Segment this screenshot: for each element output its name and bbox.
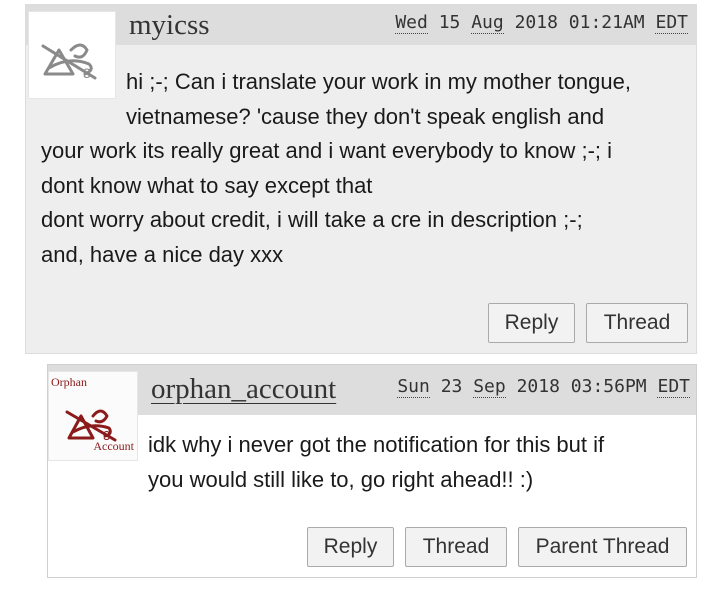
comment-line: dont know what to say except that xyxy=(41,172,373,198)
date-month: Aug xyxy=(471,12,504,34)
comment-body: hi ;-; Can i translate your work in my m… xyxy=(41,65,691,273)
userpic[interactable]: Orphan 3 Account xyxy=(48,371,138,461)
date-day: 23 xyxy=(440,376,463,397)
comment-line: idk why i never got the notification for… xyxy=(148,432,605,457)
date-time: 03:56PM xyxy=(570,376,647,397)
comment-line: hi ;-; Can i translate your work in my m… xyxy=(126,69,631,94)
comment-line: dont worry about credit, i will take a c… xyxy=(41,207,583,233)
comment-date: Wed 15 Aug 2018 01:21AM EDT xyxy=(395,12,688,34)
thread-button[interactable]: Thread xyxy=(405,527,507,567)
date-timezone: EDT xyxy=(655,12,688,34)
comment-line: you would still like to, go right ahead!… xyxy=(148,467,534,492)
reply-button[interactable]: Reply xyxy=(307,527,394,567)
comment-username[interactable]: myicss xyxy=(129,9,210,42)
date-year: 2018 xyxy=(514,12,558,33)
date-time: 01:21AM xyxy=(568,12,645,33)
comment-username[interactable]: orphan_account xyxy=(151,373,336,406)
reply-comment: Orphan 3 Account orphan_account Sun 23 S… xyxy=(47,364,697,578)
date-weekday: Sun xyxy=(397,376,430,398)
comment-line: vietnamese? 'cause they don't speak engl… xyxy=(126,103,605,129)
date-month: Sep xyxy=(473,376,506,398)
date-year: 2018 xyxy=(516,376,560,397)
comment-body: idk why i never got the notification for… xyxy=(148,427,688,497)
comment-line: your work its really great and i want ev… xyxy=(41,138,613,164)
comment: 3 myicss Wed 15 Aug 2018 01:21AM EDT hi … xyxy=(25,4,697,354)
date-weekday: Wed xyxy=(395,12,428,34)
thread-button[interactable]: Thread xyxy=(586,303,688,343)
date-day: 15 xyxy=(438,12,461,33)
reply-button[interactable]: Reply xyxy=(488,303,575,343)
date-timezone: EDT xyxy=(657,376,690,398)
comment-line: and, have a nice day xxx xyxy=(41,241,284,267)
userpic-bottom-text: Account xyxy=(93,439,134,453)
comment-date: Sun 23 Sep 2018 03:56PM EDT xyxy=(397,376,690,398)
parent-thread-button[interactable]: Parent Thread xyxy=(518,527,687,567)
